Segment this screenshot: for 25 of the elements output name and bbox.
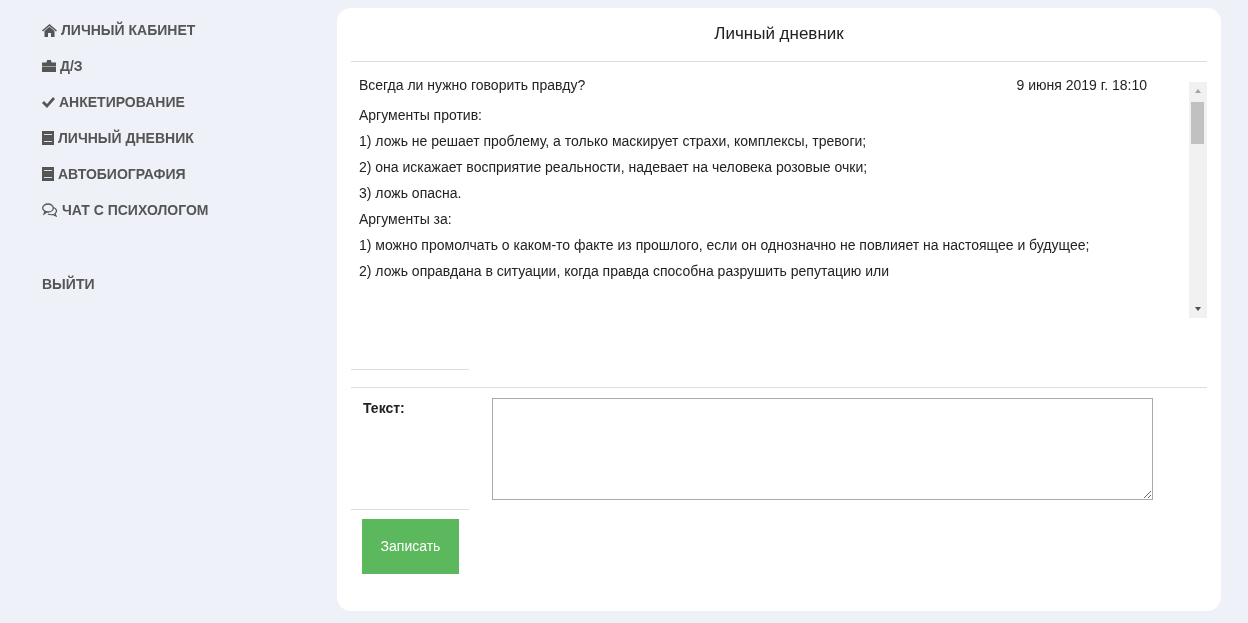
sidebar-item[interactable]: АНКЕТИРОВАНИЕ [42,84,337,120]
diary-title: Личный дневник [351,8,1207,62]
entry-title: Всегда ли нужно говорить правду? [359,75,586,95]
briefcase-icon [42,60,56,72]
sidebar-item[interactable]: ЛИЧНЫЙ КАБИНЕТ [42,12,337,48]
entry-text: 1) ложь не решает проблему, а только маскирует страхи, комплексы, тревоги; [359,132,868,150]
entry-date: 9 июня 2019 г. 18:10 [1016,75,1147,95]
book-icon [42,131,54,145]
book-icon [42,167,54,181]
entry-text: 3) ложь опасна. [359,184,463,202]
sidebar-item[interactable]: ЛИЧНЫЙ ДНЕВНИК [42,120,337,156]
chat-icon [42,203,58,217]
entry-text: 1) можно промолчать о каком-то факте из прошлого, если он однозначно не повлияет на настоящее и будущее; [359,236,1091,254]
entry-text: 2) она искажает восприятие реальности, надевает на человека розовые очки; [359,158,869,176]
sidebar-item[interactable]: Д/З [42,48,337,84]
logout-link[interactable]: ВЫЙТИ [42,266,337,302]
entry-text: Аргументы против: [359,106,483,124]
text-area[interactable] [492,397,1153,500]
check-icon [42,96,55,108]
sidebar-item[interactable]: АВТОБИОГРАФИЯ [42,156,337,192]
entry-text: 2) ложь оправдана в ситуации, когда правда способна разрушить репутацию или [359,262,890,280]
entry-text: Аргументы за: [359,210,453,228]
home-icon [42,23,57,37]
text-label: Текст: [363,398,406,418]
sidebar-item[interactable]: ЧАТ С ПСИХОЛОГОМ [42,192,337,228]
